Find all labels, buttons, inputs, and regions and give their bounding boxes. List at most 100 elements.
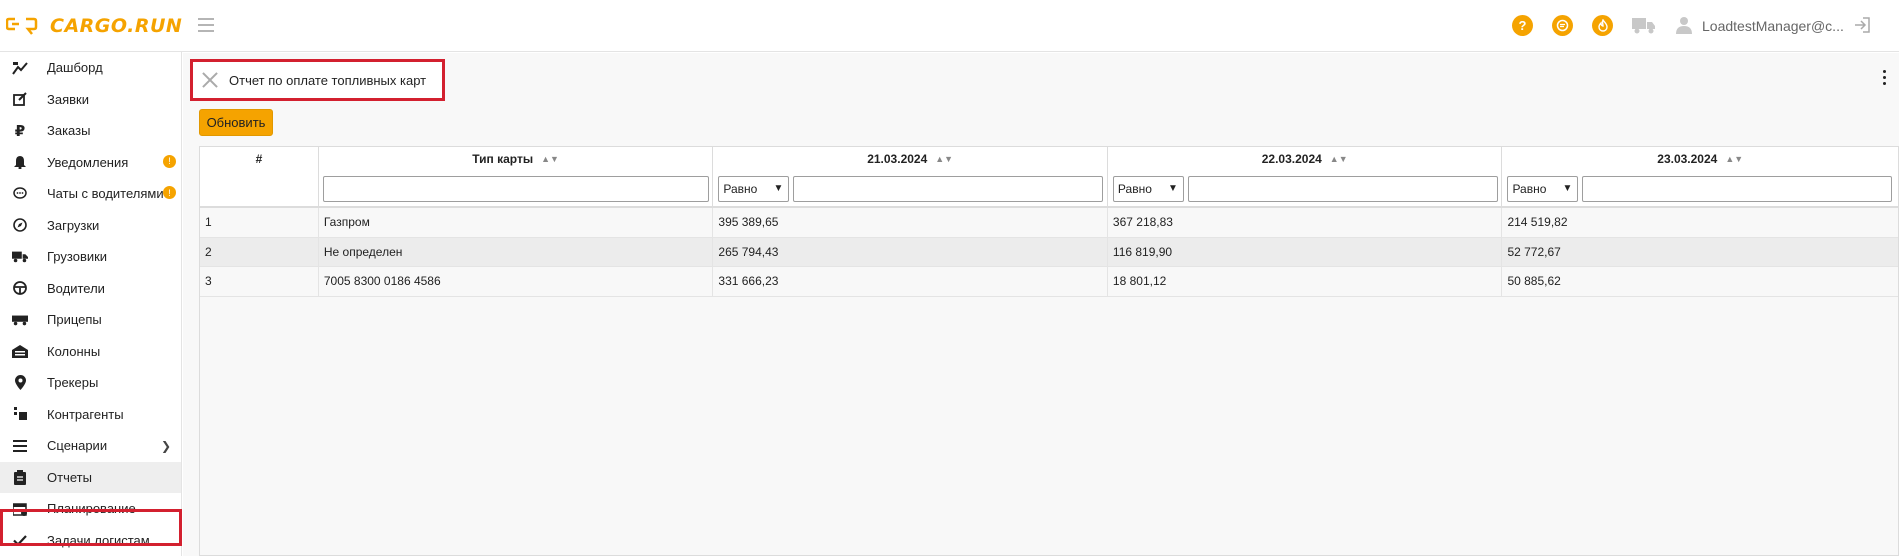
- logo[interactable]: CARGO.RUN: [6, 13, 182, 39]
- report-title: Отчет по оплате топливных карт: [229, 72, 427, 88]
- filter-operator-select[interactable]: Равно ▼: [1112, 176, 1184, 202]
- card-type-cell: Не определен: [319, 237, 714, 266]
- column-header-label: 22.03.2024: [1261, 152, 1322, 166]
- sidebar-item-trucks[interactable]: Грузовики: [0, 241, 181, 273]
- steering-wheel-icon: [12, 280, 28, 296]
- sidebar-item-trackers[interactable]: Трекеры: [0, 367, 181, 399]
- sidebar-item-label: Уведомления: [47, 154, 129, 170]
- column-header-number[interactable]: #: [200, 147, 319, 206]
- sidebar-item-requests[interactable]: Заявки: [0, 84, 181, 116]
- report-tab[interactable]: Отчет по оплате топливных карт: [190, 59, 445, 101]
- notification-badge: !: [163, 186, 176, 199]
- sidebar-item-notifications[interactable]: Уведомления !: [0, 147, 181, 179]
- sidebar-item-convoys[interactable]: Колонны: [0, 336, 181, 368]
- menu-toggle-icon[interactable]: [198, 18, 214, 32]
- filter-operator-value: Равно: [1117, 182, 1152, 196]
- garage-icon: [12, 343, 28, 359]
- sort-icon[interactable]: ▲▼: [541, 154, 559, 164]
- filter-operator-select[interactable]: Равно ▼: [718, 176, 790, 202]
- table-row[interactable]: 2 Не определен 265 794,43 116 819,90 52 …: [200, 237, 1898, 267]
- sidebar-item-label: Загрузки: [47, 217, 100, 233]
- sidebar-item-label: Контрагенты: [47, 406, 124, 422]
- chat-icon[interactable]: [1552, 15, 1573, 36]
- logo-text: CARGO.RUN: [50, 15, 183, 37]
- sidebar-item-planning[interactable]: Планирование: [0, 493, 181, 525]
- sidebar-item-label: Трекеры: [47, 375, 99, 391]
- logout-icon[interactable]: [1853, 16, 1871, 34]
- refresh-button[interactable]: Обновить: [199, 109, 273, 136]
- sidebar-item-label: Отчеты: [47, 469, 92, 485]
- card-type-cell: 7005 8300 0186 4586: [319, 267, 714, 296]
- list-icon: [12, 438, 28, 454]
- sidebar-item-counterparties[interactable]: Контрагенты: [0, 399, 181, 431]
- dashboard-icon: [12, 60, 28, 76]
- report-table: # Тип карты ▲▼ 21.03.2024 ▲▼ Равно ▼ 22.03.…: [199, 146, 1899, 556]
- date-1-filter-input[interactable]: [793, 176, 1104, 202]
- bell-icon: [12, 154, 28, 170]
- sidebar-item-label: Заявки: [47, 91, 89, 107]
- edit-icon: [12, 91, 28, 107]
- chevron-down-icon: ▼: [1562, 183, 1573, 194]
- more-options-icon[interactable]: [1883, 70, 1887, 86]
- amount-cell: 214 519,82: [1507, 215, 1568, 230]
- sort-icon[interactable]: ▲▼: [1725, 154, 1743, 164]
- notification-badge: !: [163, 154, 176, 168]
- sidebar-item-label: Задачи логистам: [47, 532, 150, 548]
- sidebar-item-orders[interactable]: ₽ Заказы: [0, 115, 181, 147]
- sidebar-item-drivers[interactable]: Водители: [0, 273, 181, 305]
- close-icon[interactable]: [199, 69, 221, 91]
- sort-icon[interactable]: ▲▼: [1330, 154, 1348, 164]
- sidebar-item-reports[interactable]: Отчеты: [0, 461, 181, 493]
- sidebar-item-scenarios[interactable]: Сценарии ❯: [0, 430, 181, 462]
- card-type-cell: Газпром: [319, 208, 714, 237]
- sidebar-item-label: Прицепы: [47, 312, 102, 328]
- logo-icon: [6, 17, 38, 35]
- user-icon[interactable]: [1676, 16, 1692, 34]
- sidebar-item-loads[interactable]: Загрузки: [0, 210, 181, 242]
- amount-cell: 52 772,67: [1507, 244, 1561, 259]
- chevron-down-icon: ▼: [1168, 183, 1178, 194]
- date-3-filter-input[interactable]: [1582, 176, 1893, 202]
- clipboard-icon: [12, 469, 28, 485]
- main-content: Отчет по оплате топливных карт Обновить …: [183, 53, 1899, 556]
- table-row[interactable]: 3 7005 8300 0186 4586 331 666,23 18 801,…: [200, 267, 1898, 297]
- amount-cell: 50 885,62: [1507, 274, 1561, 289]
- filter-operator-value: Равно: [723, 182, 758, 196]
- column-header-date-3[interactable]: 23.03.2024 ▲▼ Равно ▼: [1502, 147, 1898, 206]
- table-header: # Тип карты ▲▼ 21.03.2024 ▲▼ Равно ▼ 22.03.…: [200, 147, 1898, 208]
- sort-icon[interactable]: ▲▼: [935, 154, 953, 164]
- user-name[interactable]: LoadtestManager@c...: [1702, 18, 1844, 34]
- truck-icon[interactable]: [1632, 16, 1656, 34]
- sidebar-item-dashboard[interactable]: Дашборд: [0, 52, 181, 84]
- column-header-card-type[interactable]: Тип карты ▲▼: [319, 147, 714, 206]
- column-header-label: #: [255, 152, 263, 166]
- row-number: 2: [200, 237, 319, 266]
- ruble-icon: ₽: [14, 122, 26, 140]
- amount-cell: 116 819,90: [1108, 237, 1503, 266]
- column-header-label: 23.03.2024: [1657, 152, 1718, 166]
- column-header-date-2[interactable]: 22.03.2024 ▲▼ Равно ▼: [1108, 147, 1503, 206]
- fire-icon[interactable]: [1592, 15, 1613, 36]
- check-icon: [12, 532, 28, 548]
- table-row[interactable]: 1 Газпром 395 389,65 367 218,83 214 519,…: [200, 208, 1898, 238]
- sidebar-item-driver-chats[interactable]: Чаты с водителями !: [0, 178, 181, 210]
- filter-operator-value: Равно: [1512, 182, 1547, 196]
- chevron-down-icon: ▼: [773, 183, 784, 194]
- chevron-right-icon[interactable]: ❯: [161, 439, 171, 453]
- filter-operator-select[interactable]: Равно ▼: [1507, 176, 1579, 202]
- help-icon[interactable]: ?: [1512, 15, 1533, 36]
- column-header-label: 21.03.2024: [867, 152, 928, 166]
- sidebar-item-trailers[interactable]: Прицепы: [0, 304, 181, 336]
- sidebar-item-logistics-tasks[interactable]: Задачи логистам: [0, 525, 181, 556]
- top-bar: CARGO.RUN ? LoadtestManager@c...: [0, 0, 1899, 52]
- sidebar-item-label: Колонны: [47, 343, 101, 359]
- column-header-date-1[interactable]: 21.03.2024 ▲▼ Равно ▼: [713, 147, 1108, 206]
- row-number: 1: [200, 208, 319, 237]
- amount-cell: 331 666,23: [713, 267, 1108, 296]
- date-2-filter-input[interactable]: [1187, 176, 1498, 202]
- contacts-icon: [12, 406, 28, 422]
- amount-cell: 395 389,65: [713, 208, 1108, 237]
- amount-cell: 18 801,12: [1108, 267, 1503, 296]
- calendar-icon: [12, 501, 28, 517]
- card-type-filter-input[interactable]: [322, 176, 709, 202]
